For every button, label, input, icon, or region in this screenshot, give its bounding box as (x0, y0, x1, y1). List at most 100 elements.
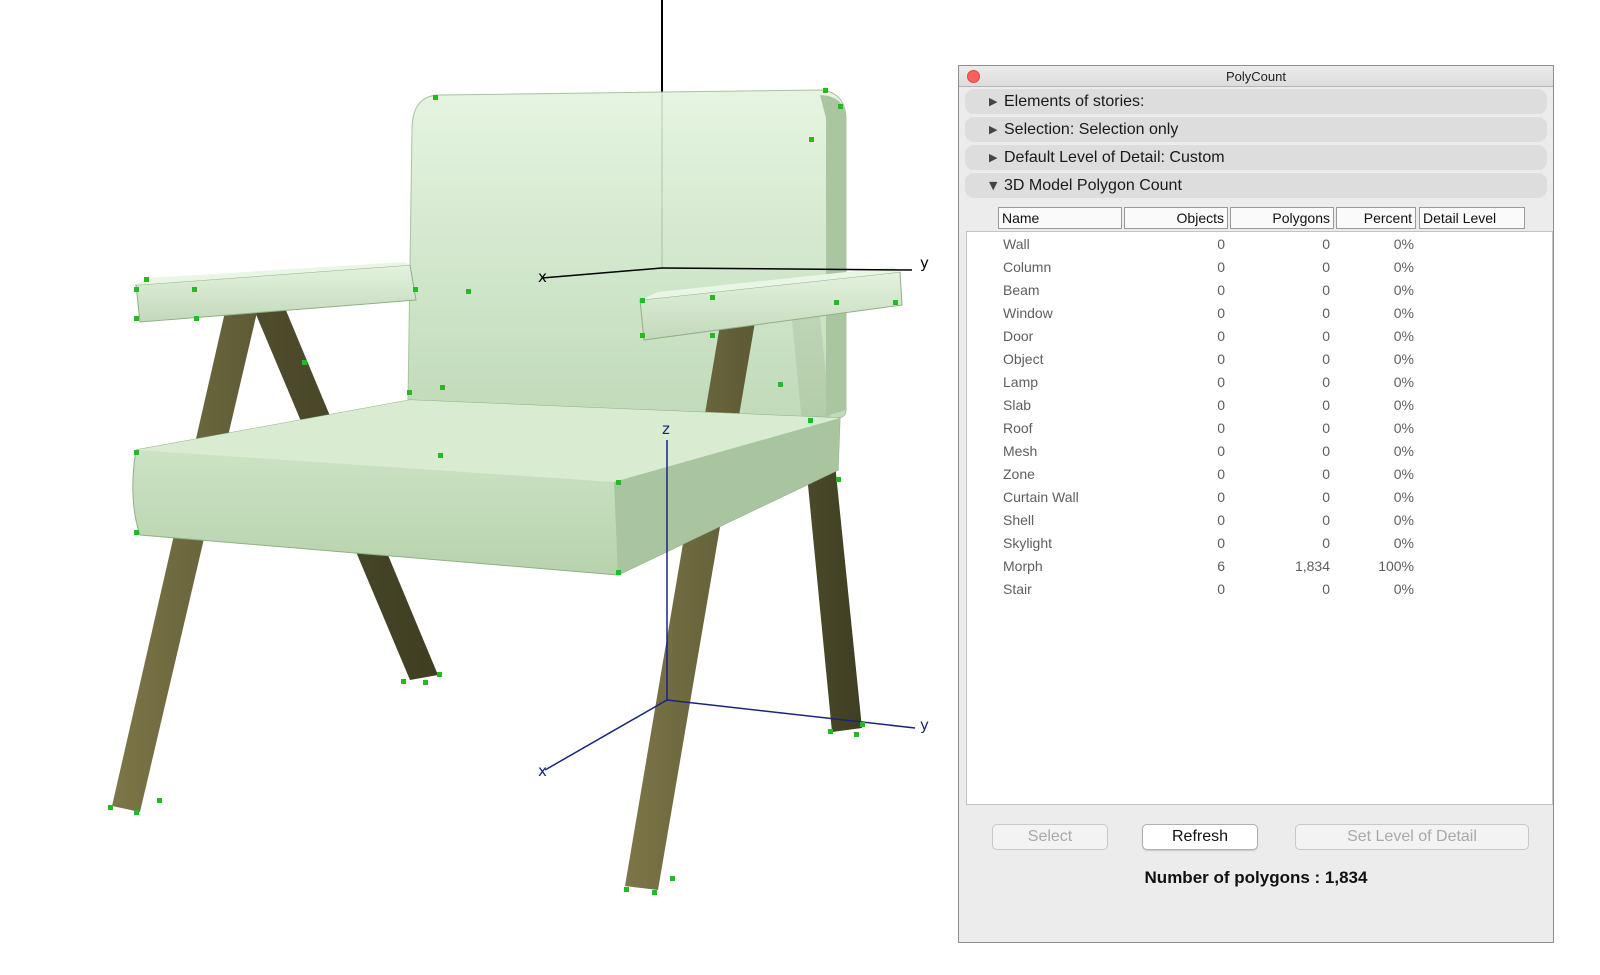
row-polygons: 0 (1322, 420, 1330, 436)
column-header-detail-level[interactable]: Detail Level (1419, 207, 1525, 229)
row-polygons: 1,834 (1294, 558, 1330, 574)
total-polygons-label: Number of polygons : 1,834 (1144, 868, 1368, 887)
row-objects: 0 (1217, 374, 1225, 390)
row-name: Skylight (1003, 535, 1053, 551)
row-polygons: 0 (1322, 489, 1330, 505)
chair-model-canvas[interactable]: x y z x y (0, 0, 940, 975)
table-row[interactable]: Shell 0 0 0% (967, 509, 1552, 532)
close-button[interactable] (967, 70, 980, 83)
row-percent: 0% (1393, 259, 1414, 275)
column-header-polygons[interactable]: Polygons (1230, 207, 1334, 229)
row-objects: 0 (1217, 466, 1225, 482)
3d-viewport[interactable]: x y z x y (0, 0, 940, 975)
table-row[interactable]: Door 0 0 0% (967, 325, 1552, 348)
table-row[interactable]: Object 0 0 0% (967, 348, 1552, 371)
row-percent: 0% (1393, 282, 1414, 298)
row-percent: 0% (1393, 512, 1414, 528)
row-percent: 0% (1393, 236, 1414, 252)
row-polygons: 0 (1322, 397, 1330, 413)
column-header-objects[interactable]: Objects (1124, 207, 1228, 229)
row-polygons: 0 (1322, 351, 1330, 367)
row-polygons: 0 (1322, 282, 1330, 298)
section-3d-model-polygon-count[interactable]: ▼ 3D Model Polygon Count (965, 173, 1547, 198)
refresh-button[interactable]: Refresh (1142, 824, 1258, 850)
upper-y-axis-label: y (920, 254, 929, 272)
row-polygons: 0 (1322, 443, 1330, 459)
row-objects: 6 (1217, 558, 1225, 574)
upper-x-axis-label: x (538, 268, 547, 286)
row-polygons: 0 (1322, 374, 1330, 390)
disclosure-triangle-right-icon: ▶ (989, 151, 998, 164)
row-name: Slab (1003, 397, 1032, 413)
row-name: Mesh (1003, 443, 1038, 459)
disclosure-triangle-down-icon: ▼ (989, 179, 998, 192)
row-name: Door (1003, 328, 1034, 344)
row-name: Stair (1003, 581, 1032, 597)
row-polygons: 0 (1322, 236, 1330, 252)
table-row[interactable]: Morph 6 1,834 100% (967, 555, 1552, 578)
table-row[interactable]: Curtain Wall 0 0 0% (967, 486, 1552, 509)
row-name: Column (1003, 259, 1052, 275)
row-objects: 0 (1217, 305, 1225, 321)
row-objects: 0 (1217, 535, 1225, 551)
row-objects: 0 (1217, 282, 1225, 298)
set-level-of-detail-button[interactable]: Set Level of Detail (1295, 824, 1529, 850)
lower-z-axis-label: z (662, 420, 670, 438)
row-polygons: 0 (1322, 535, 1330, 551)
row-name: Zone (1003, 466, 1035, 482)
table-row[interactable]: Zone 0 0 0% (967, 463, 1552, 486)
row-percent: 0% (1393, 581, 1414, 597)
row-polygons: 0 (1322, 305, 1330, 321)
row-objects: 0 (1217, 489, 1225, 505)
table-row[interactable]: Lamp 0 0 0% (967, 371, 1552, 394)
row-percent: 0% (1393, 535, 1414, 551)
row-name: Window (1003, 305, 1053, 321)
table-row[interactable]: Skylight 0 0 0% (967, 532, 1552, 555)
window-titlebar[interactable]: PolyCount (959, 66, 1553, 87)
row-percent: 100% (1378, 558, 1414, 574)
row-objects: 0 (1217, 581, 1225, 597)
section-default-level-of-detail[interactable]: ▶ Default Level of Detail: Custom (965, 145, 1547, 170)
row-percent: 0% (1393, 328, 1414, 344)
column-header-name[interactable]: Name (998, 207, 1122, 229)
disclosure-triangle-right-icon: ▶ (989, 123, 998, 136)
row-name: Shell (1003, 512, 1035, 528)
lower-x-axis-label: x (538, 762, 547, 780)
table-row[interactable]: Slab 0 0 0% (967, 394, 1552, 417)
row-objects: 0 (1217, 512, 1225, 528)
row-percent: 0% (1393, 466, 1414, 482)
table-row[interactable]: Roof 0 0 0% (967, 417, 1552, 440)
table-row[interactable]: Beam 0 0 0% (967, 279, 1552, 302)
row-objects: 0 (1217, 328, 1225, 344)
row-name: Morph (1003, 558, 1043, 574)
row-objects: 0 (1217, 443, 1225, 459)
column-header-percent[interactable]: Percent (1336, 207, 1416, 229)
row-percent: 0% (1393, 305, 1414, 321)
table-row[interactable]: Mesh 0 0 0% (967, 440, 1552, 463)
row-polygons: 0 (1322, 512, 1330, 528)
table-row[interactable]: Window 0 0 0% (967, 302, 1552, 325)
table-row[interactable]: Stair 0 0 0% (967, 578, 1552, 601)
row-objects: 0 (1217, 420, 1225, 436)
table-row[interactable]: Column 0 0 0% (967, 256, 1552, 279)
section-elements-of-stories[interactable]: ▶ Elements of stories: (965, 89, 1547, 114)
polygon-count-table[interactable]: Wall 0 0 0% Column 0 0 0% Beam 0 0 0% Window 0 0 0% Door… (966, 231, 1553, 805)
row-name: Beam (1003, 282, 1040, 298)
row-percent: 0% (1393, 397, 1414, 413)
row-objects: 0 (1217, 351, 1225, 367)
section-selection[interactable]: ▶ Selection: Selection only (965, 117, 1547, 142)
disclosure-triangle-right-icon: ▶ (989, 95, 998, 108)
row-percent: 0% (1393, 420, 1414, 436)
row-objects: 0 (1217, 236, 1225, 252)
row-polygons: 0 (1322, 259, 1330, 275)
select-button[interactable]: Select (992, 824, 1108, 850)
lower-y-axis-label: y (920, 716, 929, 734)
row-name: Wall (1003, 236, 1030, 252)
front-left-leg (112, 308, 258, 812)
row-name: Lamp (1003, 374, 1039, 390)
table-row[interactable]: Wall 0 0 0% (967, 233, 1552, 256)
row-name: Object (1003, 351, 1044, 367)
window-title: PolyCount (1226, 69, 1286, 84)
row-polygons: 0 (1322, 466, 1330, 482)
row-objects: 0 (1217, 259, 1225, 275)
